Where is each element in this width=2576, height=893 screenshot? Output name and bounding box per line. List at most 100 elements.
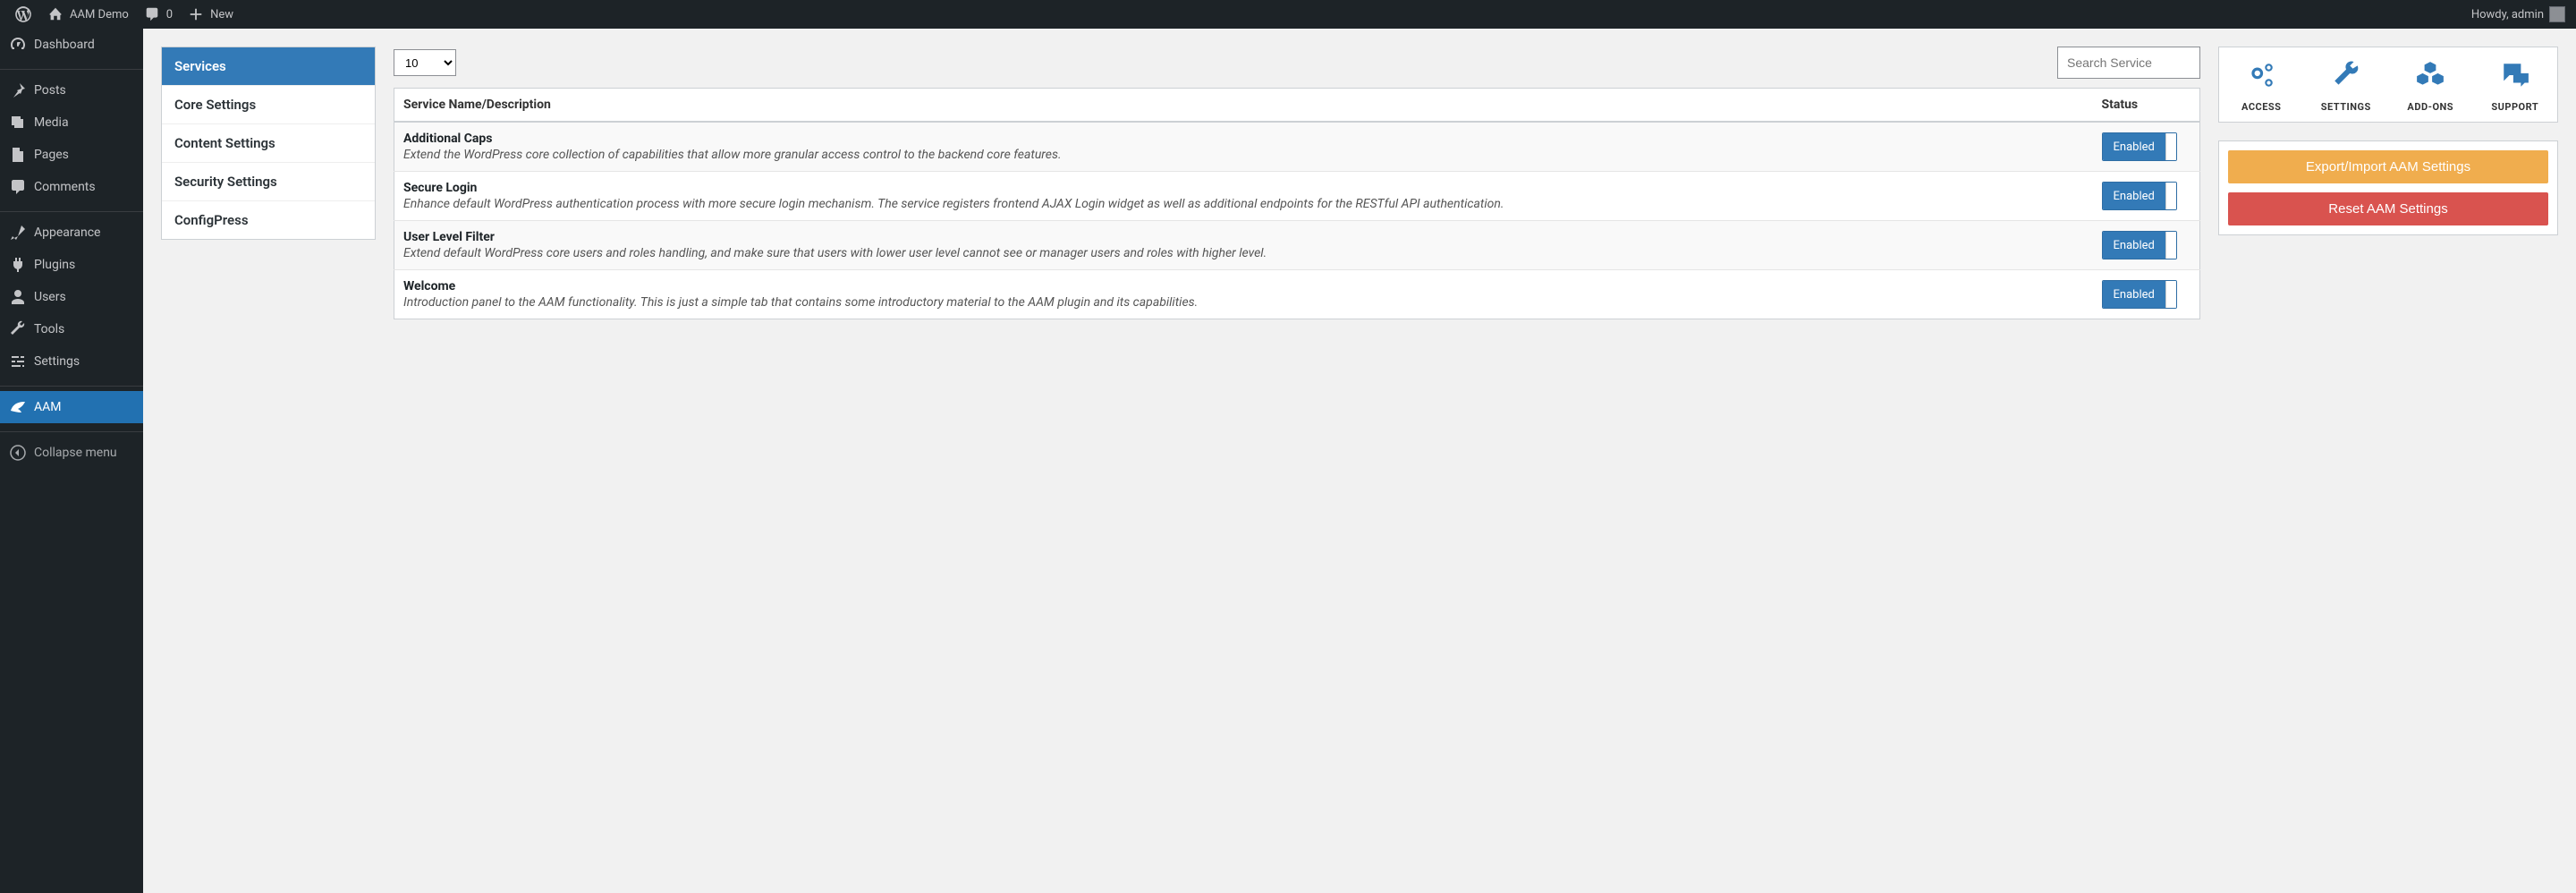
wordpress-icon (14, 5, 32, 23)
tab-access[interactable]: ACCESS (2219, 47, 2304, 122)
sidebar-item-settings[interactable]: Settings (0, 345, 143, 378)
sidebar-item-appearance[interactable]: Appearance (0, 217, 143, 249)
status-cell: Enabled (2093, 221, 2200, 270)
wp-logo[interactable] (7, 0, 39, 29)
tab-label: SUPPORT (2479, 101, 2553, 113)
service-description: Introduction panel to the AAM functional… (403, 295, 2084, 310)
settings-nav-configpress[interactable]: ConfigPress (162, 201, 375, 239)
sidebar-item-users[interactable]: Users (0, 281, 143, 313)
sidebar-item-media[interactable]: Media (0, 106, 143, 139)
toggle-label: Enabled (2103, 183, 2165, 209)
tab-label: ADD-ONS (2394, 101, 2468, 113)
status-cell: Enabled (2093, 172, 2200, 221)
export-import-button[interactable]: Export/Import AAM Settings (2228, 150, 2548, 183)
toggle-label: Enabled (2103, 232, 2165, 259)
sidebar-label: Users (34, 290, 66, 304)
service-toggle[interactable]: Enabled (2102, 182, 2177, 210)
comment-icon (143, 5, 161, 23)
status-cell: Enabled (2093, 122, 2200, 172)
new-label: New (210, 8, 233, 21)
tab-label: SETTINGS (2309, 101, 2384, 113)
tab-support[interactable]: SUPPORT (2473, 47, 2558, 122)
sidebar-label: Pages (34, 148, 69, 162)
sidebar-label: Plugins (34, 258, 75, 272)
sidebar-item-plugins[interactable]: Plugins (0, 249, 143, 281)
collapse-label: Collapse menu (34, 446, 117, 460)
service-toggle[interactable]: Enabled (2102, 132, 2177, 161)
wrench-icon (2328, 81, 2364, 94)
sidebar-item-dashboard[interactable]: Dashboard (0, 29, 143, 61)
settings-nav-security[interactable]: Security Settings (162, 163, 375, 201)
admin-toolbar: AAM Demo 0 New Howdy, admin (0, 0, 2576, 29)
site-name-link[interactable]: AAM Demo (39, 0, 136, 29)
service-description: Enhance default WordPress authentication… (403, 197, 2084, 211)
toggle-knob (2165, 281, 2176, 308)
tab-label: ACCESS (2224, 101, 2299, 113)
plug-icon (9, 256, 27, 274)
service-cell: Welcome Introduction panel to the AAM fun… (394, 270, 2093, 319)
cogs-icon (2243, 81, 2279, 94)
table-row: Secure Login Enhance default WordPress au… (394, 172, 2200, 221)
sidebar-item-aam[interactable]: AAM (0, 391, 143, 423)
sidebar-label: Dashboard (34, 38, 95, 52)
comments-count: 0 (166, 8, 173, 21)
toggle-label: Enabled (2103, 281, 2165, 308)
sidebar-label: Posts (34, 83, 66, 98)
reset-settings-button[interactable]: Reset AAM Settings (2228, 192, 2548, 225)
collapse-icon (9, 444, 27, 462)
tab-settings[interactable]: SETTINGS (2304, 47, 2389, 122)
plus-icon (187, 5, 205, 23)
table-row: Welcome Introduction panel to the AAM fun… (394, 270, 2200, 319)
col-service-name[interactable]: Service Name/Description (394, 89, 2093, 123)
service-cell: Additional CapsExtend the WordPress core… (394, 122, 2093, 172)
aam-icon (9, 398, 27, 416)
service-toggle[interactable]: Enabled (2102, 231, 2177, 259)
home-icon (47, 5, 64, 23)
sidebar-item-comments[interactable]: Comments (0, 171, 143, 203)
toggle-label: Enabled (2103, 133, 2165, 160)
sidebar-label: AAM (34, 400, 62, 414)
comments-link[interactable]: 0 (136, 0, 180, 29)
col-status[interactable]: Status (2093, 89, 2200, 123)
settings-nav: Services Core Settings Content Settings … (161, 47, 376, 240)
sidebar-item-tools[interactable]: Tools (0, 313, 143, 345)
service-name: Welcome (403, 279, 2084, 293)
pin-icon (9, 81, 27, 99)
comment-icon (9, 178, 27, 196)
main-content: Services Core Settings Content Settings … (143, 29, 2576, 893)
settings-nav-services[interactable]: Services (162, 47, 375, 86)
chat-icon (2497, 81, 2533, 94)
toggle-knob (2165, 133, 2176, 160)
service-cell: Secure Login Enhance default WordPress au… (394, 172, 2093, 221)
dashboard-icon (9, 36, 27, 54)
page-icon (9, 146, 27, 164)
avatar (2549, 6, 2565, 22)
services-table: Service Name/Description Status Addition… (394, 88, 2200, 319)
tab-addons[interactable]: ADD-ONS (2388, 47, 2473, 122)
service-description: Extend default WordPress core users and … (403, 246, 2084, 260)
service-name: Secure Login (403, 181, 2084, 195)
new-content-link[interactable]: New (180, 0, 241, 29)
settings-nav-content[interactable]: Content Settings (162, 124, 375, 163)
service-name: User Level Filter (403, 230, 2084, 244)
service-description: Extend the WordPress core collection of … (403, 148, 2084, 162)
aam-tabs: ACCESS SETTINGS ADD-ONS SUPPORT (2218, 47, 2558, 123)
sidebar-item-posts[interactable]: Posts (0, 74, 143, 106)
sidebar-label: Settings (34, 354, 80, 369)
my-account[interactable]: Howdy, admin (2471, 6, 2569, 22)
cubes-icon (2412, 81, 2448, 94)
sliders-icon (9, 353, 27, 370)
status-cell: Enabled (2093, 270, 2200, 319)
collapse-menu[interactable]: Collapse menu (0, 437, 143, 469)
service-toggle[interactable]: Enabled (2102, 280, 2177, 309)
page-size-select[interactable]: 10 (394, 49, 456, 76)
table-row: User Level Filter Extend default WordPres… (394, 221, 2200, 270)
settings-nav-core[interactable]: Core Settings (162, 86, 375, 124)
howdy-text: Howdy, admin (2471, 8, 2544, 21)
search-service-input[interactable] (2057, 47, 2200, 79)
toggle-knob (2165, 232, 2176, 259)
media-icon (9, 114, 27, 132)
sidebar-item-pages[interactable]: Pages (0, 139, 143, 171)
user-icon (9, 288, 27, 306)
sidebar-label: Media (34, 115, 69, 130)
